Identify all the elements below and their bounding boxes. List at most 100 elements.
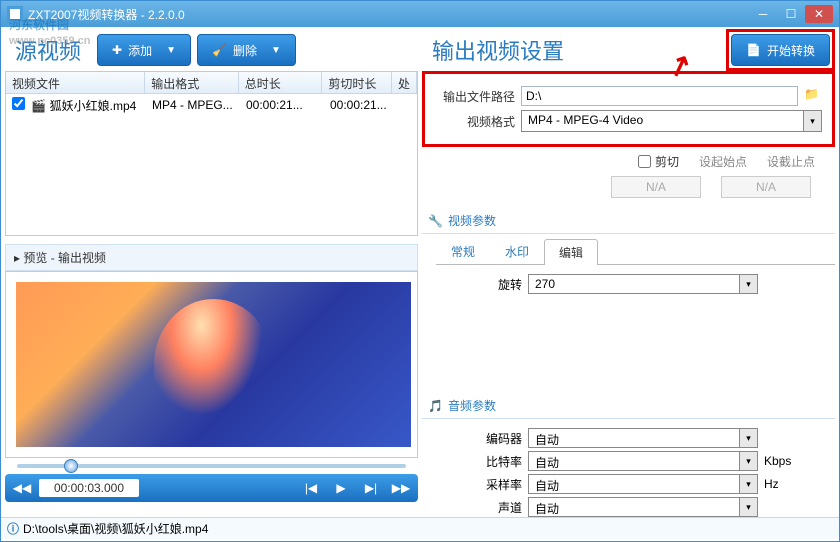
start-na: N/A: [611, 176, 701, 198]
channel-combo[interactable]: 自动 ▾: [528, 497, 758, 517]
col-format[interactable]: 输出格式: [145, 72, 239, 93]
format-combo[interactable]: MP4 - MPEG-4 Video ▾: [521, 110, 822, 132]
chevron-down-icon[interactable]: ▾: [739, 452, 757, 470]
window-buttons: ─ ☐ ✕: [749, 5, 833, 23]
minimize-button[interactable]: ─: [749, 5, 777, 23]
format-label: 视频格式: [435, 113, 515, 130]
prev-button[interactable]: |◀: [298, 477, 324, 499]
encoder-value: 自动: [529, 429, 739, 447]
preview-label[interactable]: ▸ 预览 - 输出视频: [5, 244, 418, 271]
chevron-down-icon[interactable]: ▾: [803, 111, 821, 131]
bitrate-value: 自动: [529, 452, 739, 470]
cell-file: 🎬 狐妖小红娘.mp4: [6, 95, 146, 116]
output-path-row: 输出文件路径 📁: [435, 86, 822, 106]
audio-params-label: 音频参数: [448, 397, 496, 414]
rotate-row: 旋转 270 ▾: [422, 274, 815, 294]
delete-label: 删除: [233, 42, 257, 59]
clip-checkbox-wrap[interactable]: 剪切: [638, 153, 679, 170]
video-icon: 🎬: [31, 99, 46, 113]
app-icon: [7, 6, 23, 22]
clip-label: 剪切: [655, 153, 679, 170]
channel-value: 自动: [529, 498, 739, 516]
preview-frame: [154, 299, 273, 431]
samplerate-combo[interactable]: 自动 ▾: [528, 474, 758, 494]
channel-row: 声道 自动 ▾: [422, 497, 815, 517]
output-header: 输出视频设置 📄 开始转换: [422, 31, 835, 69]
video-params-header: 🔧 视频参数: [422, 208, 835, 234]
format-value: MP4 - MPEG-4 Video: [522, 111, 803, 131]
folder-icon[interactable]: 📁: [804, 87, 822, 105]
cell-proc: [394, 103, 417, 107]
na-row: N/A N/A: [422, 176, 835, 204]
cell-format: MP4 - MPEG...: [146, 96, 240, 114]
start-label: 开始转换: [767, 42, 815, 59]
clip-checkbox[interactable]: [638, 155, 651, 168]
rotate-label: 旋转: [422, 276, 522, 293]
rotate-value: 270: [529, 275, 739, 293]
tab-edit[interactable]: 编辑: [544, 239, 598, 265]
chevron-down-icon[interactable]: ▾: [739, 498, 757, 516]
add-button[interactable]: ✚ 添加 ▼: [97, 34, 191, 66]
next-button[interactable]: ▶|: [358, 477, 384, 499]
start-convert-button[interactable]: 📄 开始转换: [731, 34, 830, 66]
row-checkbox[interactable]: [12, 97, 25, 110]
note-icon: 🎵: [428, 399, 443, 413]
out-path-input[interactable]: [521, 86, 798, 106]
add-label: 添加: [128, 42, 152, 59]
set-start-label: 设起始点: [699, 153, 747, 170]
samplerate-label: 采样率: [422, 476, 522, 493]
kbps-unit: Kbps: [764, 454, 804, 468]
rotate-combo[interactable]: 270 ▾: [528, 274, 758, 294]
slider-thumb[interactable]: [64, 459, 78, 473]
set-end-label: 设截止点: [767, 153, 815, 170]
encoder-label: 编码器: [422, 430, 522, 447]
rewind-button[interactable]: ◀◀: [9, 477, 35, 499]
app-window: ZXT2007视频转换器 - 2.2.0.0 ─ ☐ ✕ 河东软件园 www.p…: [0, 0, 840, 542]
bitrate-label: 比特率: [422, 453, 522, 470]
source-header: 源视频 ✚ 添加 ▼ 🧹 删除 ▼: [5, 31, 418, 69]
edit-tab-content: 旋转 270 ▾: [422, 265, 835, 303]
preview-section: ▸ 预览 - 输出视频 ◀◀ 00:00:03.000 |◀ ▶: [5, 244, 418, 502]
window-title: ZXT2007视频转换器 - 2.2.0.0: [28, 6, 749, 23]
col-duration[interactable]: 总时长: [239, 72, 323, 93]
maximize-button[interactable]: ☐: [777, 5, 805, 23]
forward-button[interactable]: ▶▶: [388, 477, 414, 499]
output-pane: 输出视频设置 📄 开始转换 输出文件路径 📁 视频格式: [422, 31, 835, 513]
chevron-down-icon[interactable]: ▾: [739, 429, 757, 447]
source-title: 源视频: [5, 34, 91, 66]
format-row: 视频格式 MP4 - MPEG-4 Video ▾: [435, 110, 822, 132]
playback-controls: ◀◀ 00:00:03.000 |◀ ▶ ▶| ▶▶: [5, 474, 418, 502]
play-button[interactable]: ▶: [328, 477, 354, 499]
preview-video[interactable]: [16, 282, 411, 447]
chevron-down-icon: ▼: [271, 45, 281, 56]
tab-watermark[interactable]: 水印: [490, 238, 544, 264]
delete-button[interactable]: 🧹 删除 ▼: [197, 34, 296, 66]
file-table: 视频文件 输出格式 总时长 剪切时长 处 🎬 狐妖小红娘.mp4 MP4 - M…: [5, 71, 418, 236]
preview-box: [5, 271, 418, 458]
samplerate-value: 自动: [529, 475, 739, 493]
bitrate-combo[interactable]: 自动 ▾: [528, 451, 758, 471]
video-params-label: 视频参数: [448, 212, 496, 229]
table-row[interactable]: 🎬 狐妖小红娘.mp4 MP4 - MPEG... 00:00:21... 00…: [6, 94, 417, 116]
main-content: 源视频 ✚ 添加 ▼ 🧹 删除 ▼ 视频文件 输出格式 总时长 剪切时长: [1, 27, 839, 517]
chevron-down-icon[interactable]: ▾: [739, 475, 757, 493]
end-na: N/A: [721, 176, 811, 198]
plus-icon: ✚: [112, 43, 122, 57]
info-icon: ⓘ: [7, 520, 19, 537]
encoder-combo[interactable]: 自动 ▾: [528, 428, 758, 448]
col-proc[interactable]: 处: [392, 72, 417, 93]
col-file[interactable]: 视频文件: [6, 72, 145, 93]
tab-general[interactable]: 常规: [436, 238, 490, 264]
encoder-row: 编码器 自动 ▾: [422, 428, 815, 448]
col-clip[interactable]: 剪切时长: [322, 72, 392, 93]
close-button[interactable]: ✕: [805, 5, 833, 23]
output-form-highlight: 输出文件路径 📁 视频格式 MP4 - MPEG-4 Video ▾: [422, 71, 835, 147]
chevron-down-icon[interactable]: ▾: [739, 275, 757, 293]
status-path: D:\tools\桌面\视频\狐妖小红娘.mp4: [23, 520, 208, 537]
broom-icon: 🧹: [212, 43, 227, 57]
source-pane: 源视频 ✚ 添加 ▼ 🧹 删除 ▼ 视频文件 输出格式 总时长 剪切时长: [5, 31, 418, 513]
audio-params-header: 🎵 音频参数: [422, 393, 835, 419]
seek-slider[interactable]: [17, 464, 406, 468]
chevron-down-icon: ▼: [166, 45, 176, 56]
convert-icon: 📄: [746, 43, 761, 57]
